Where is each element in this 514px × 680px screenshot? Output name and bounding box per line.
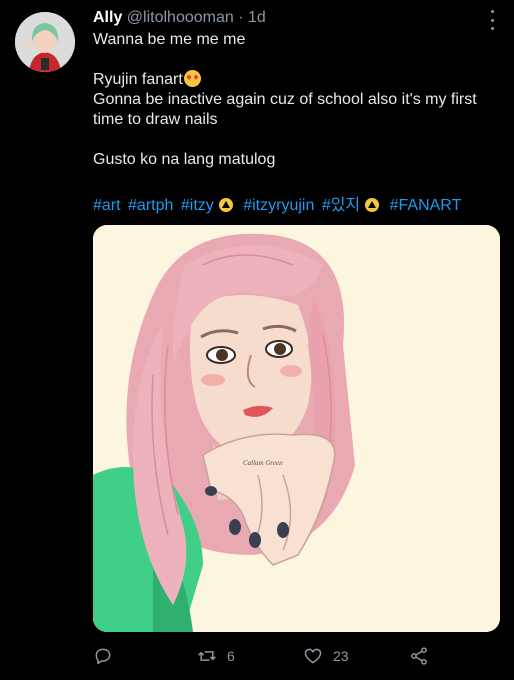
- tweet-actions: 6 23: [93, 640, 493, 672]
- heart-icon: [304, 648, 322, 664]
- user-handle[interactable]: @litolhoooman: [127, 9, 234, 26]
- avatar-image: [15, 12, 75, 72]
- avatar[interactable]: [15, 12, 75, 72]
- like-button[interactable]: 23: [303, 646, 349, 666]
- itzy-emblem-icon: [218, 198, 233, 212]
- hashtag-link[interactable]: #itzy: [181, 197, 214, 214]
- tweet-text: Wanna be me me me Ryujin fanart Gonna be…: [93, 30, 493, 170]
- tweet-header: Ally @litolhoooman · 1d: [93, 8, 474, 28]
- hashtag-link[interactable]: #itzyryujin: [243, 197, 314, 214]
- reply-button[interactable]: [93, 646, 113, 666]
- retweet-icon: [198, 651, 216, 661]
- reply-icon: [95, 648, 111, 665]
- watermark-text: Callum Green: [243, 459, 283, 467]
- hashtags: #art #artph #itzy #itzyryujin #있지 #FANAR…: [93, 196, 464, 216]
- tweet-line: Ryujin fanart: [93, 70, 493, 90]
- share-icon: [411, 647, 427, 665]
- retweet-button[interactable]: 6: [197, 646, 235, 666]
- hashtag-link[interactable]: #있지: [322, 197, 360, 214]
- hashtag-link[interactable]: #FANART: [390, 197, 462, 214]
- display-name[interactable]: Ally: [93, 9, 122, 26]
- tweet-line-text: Ryujin fanart: [93, 71, 183, 88]
- like-count: 23: [333, 648, 349, 664]
- fanart-illustration: Callum Green: [93, 225, 500, 632]
- retweet-count: 6: [227, 648, 235, 664]
- hashtag-link[interactable]: #artph: [128, 197, 173, 214]
- more-options-icon[interactable]: [486, 10, 498, 30]
- share-button[interactable]: [409, 646, 429, 666]
- tweet-line: Gusto ko na lang matulog: [93, 151, 276, 168]
- itzy-emblem-icon: [365, 198, 380, 212]
- tweet-line: Wanna be me me me: [93, 31, 246, 48]
- tweet-media-image[interactable]: Callum Green: [93, 225, 500, 632]
- heart-eyes-emoji-icon: [183, 70, 201, 87]
- hashtag-link[interactable]: #art: [93, 197, 121, 214]
- separator-dot: ·: [238, 9, 244, 26]
- tweet-line: Gonna be inactive again cuz of school al…: [93, 91, 477, 128]
- tweet-timestamp[interactable]: 1d: [248, 9, 266, 26]
